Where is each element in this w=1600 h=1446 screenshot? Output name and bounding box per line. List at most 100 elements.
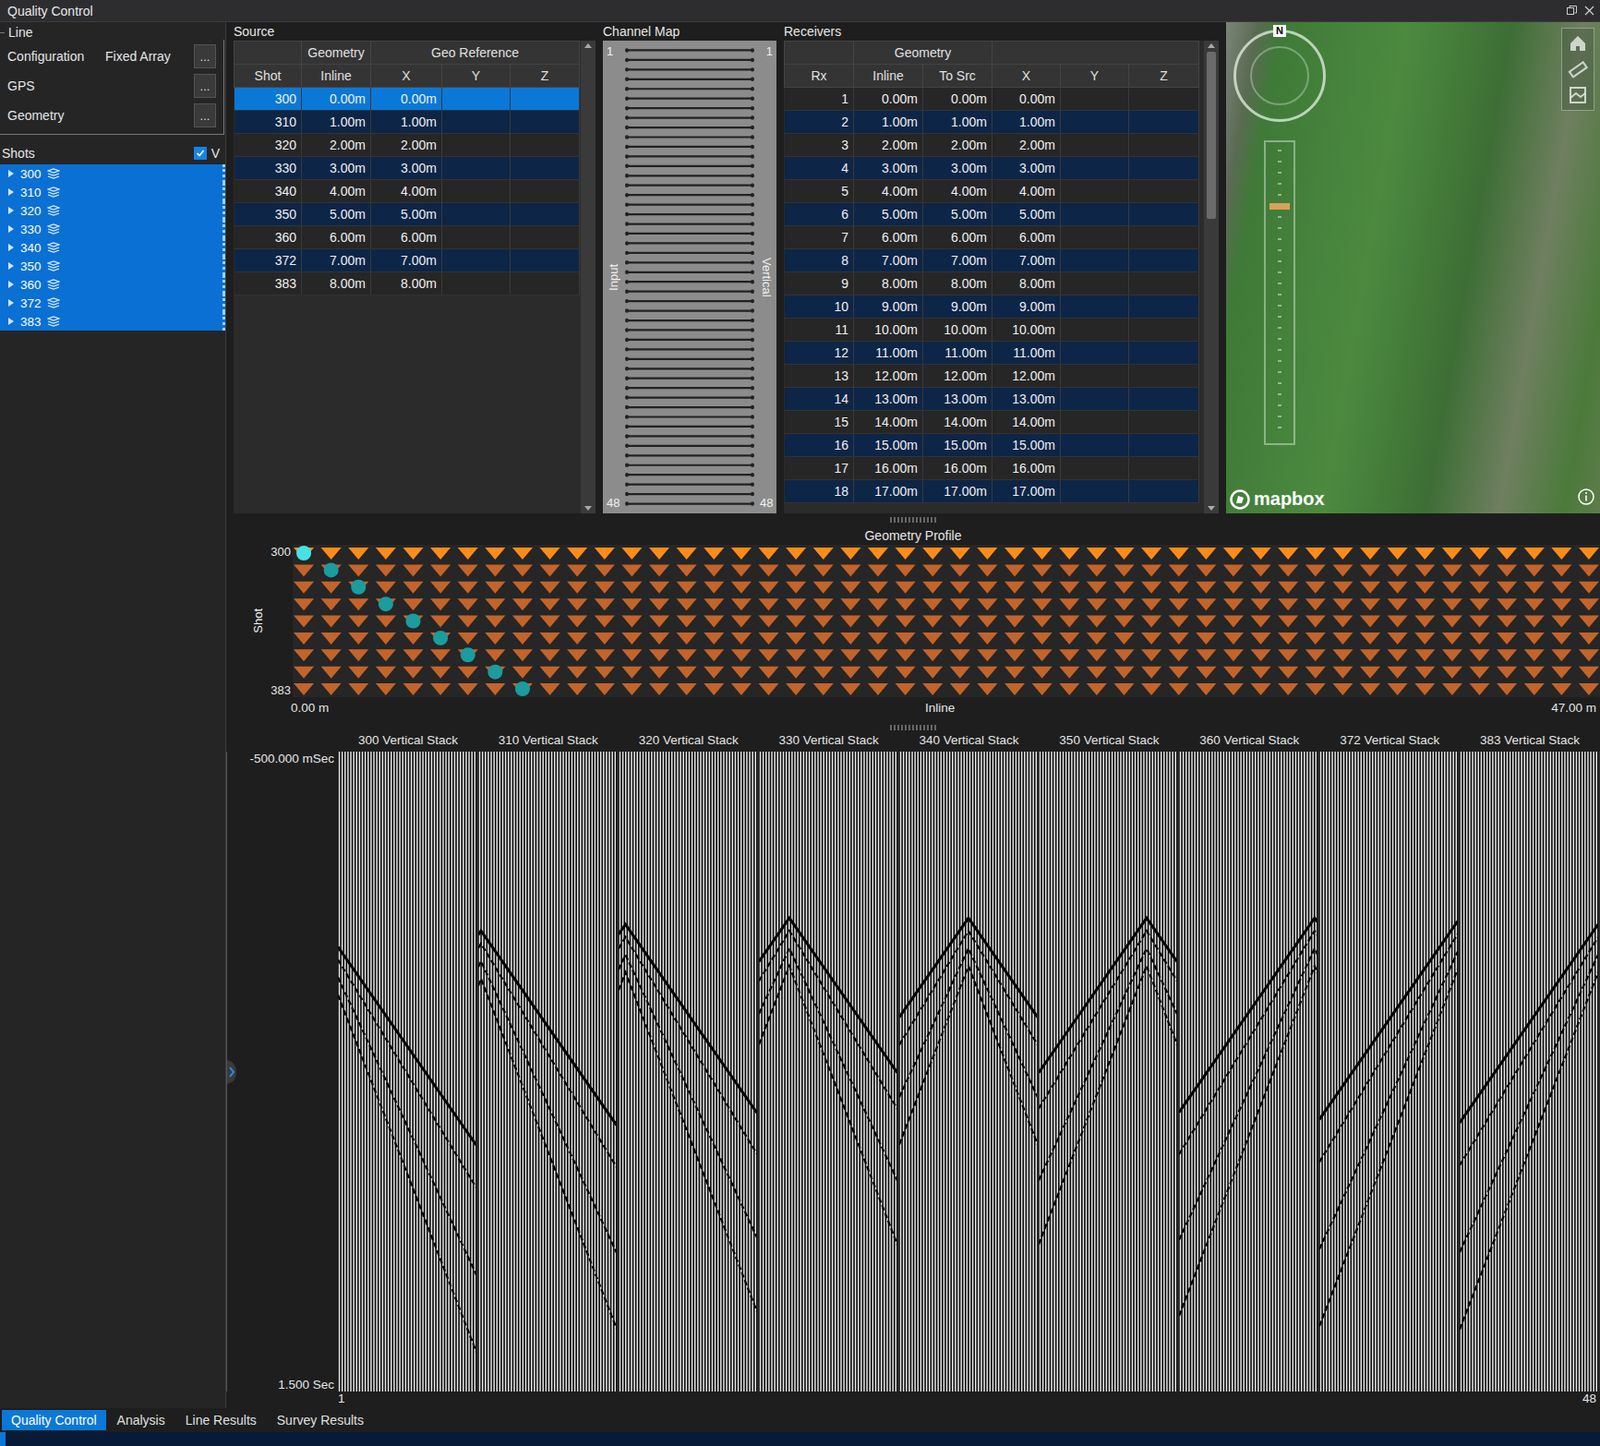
column-header[interactable]: Shot — [234, 64, 302, 88]
table-row[interactable]: 1514.00m14.00m14.00m — [784, 410, 1200, 434]
expand-icon[interactable] — [7, 316, 15, 326]
restore-icon[interactable] — [1566, 5, 1577, 16]
table-row[interactable]: 3505.00m5.00m — [234, 203, 580, 227]
column-header[interactable]: Rx — [784, 64, 855, 88]
table-row[interactable]: 1817.00m17.00m17.00m — [784, 480, 1200, 504]
table-row[interactable]: 109.00m9.00m9.00m — [784, 295, 1200, 319]
table-row[interactable]: 3202.00m2.00m — [234, 133, 580, 157]
scrollbar[interactable] — [580, 40, 596, 514]
chevron-right-icon[interactable] — [227, 1058, 239, 1086]
scrollbar[interactable] — [1203, 40, 1219, 514]
table-row[interactable]: 98.00m8.00m8.00m — [784, 272, 1200, 296]
column-header[interactable]: Inline — [301, 64, 372, 88]
compass[interactable]: N — [1233, 29, 1326, 122]
expand-icon[interactable] — [7, 168, 15, 179]
splitter[interactable] — [226, 721, 1600, 734]
browse-button[interactable]: ... — [193, 44, 217, 69]
table-row[interactable]: 1110.00m10.00m10.00m — [784, 318, 1200, 342]
scroll-thumb[interactable] — [1206, 51, 1216, 219]
tab[interactable]: Survey Results — [267, 1409, 373, 1431]
expand-icon[interactable] — [7, 279, 15, 289]
column-header[interactable]: Inline — [854, 64, 924, 88]
table-row[interactable]: 3000.00m0.00m — [234, 87, 580, 111]
ruler-icon[interactable] — [1567, 59, 1588, 80]
zoom-slider[interactable] — [1263, 140, 1296, 446]
table-row[interactable]: 10.00m0.00m0.00m — [784, 87, 1200, 111]
table-row[interactable]: 3101.00m1.00m — [234, 110, 580, 134]
table-row[interactable]: 1413.00m13.00m13.00m — [784, 387, 1200, 411]
column-header[interactable]: X — [371, 64, 443, 88]
collapse-handle[interactable] — [226, 751, 240, 1392]
tab[interactable]: Quality Control — [1, 1409, 107, 1431]
column-header[interactable]: Z — [510, 64, 580, 88]
shot-marker[interactable] — [350, 579, 366, 595]
table-row[interactable]: 1716.00m16.00m16.00m — [784, 457, 1200, 481]
shot-marker[interactable] — [460, 647, 476, 662]
shot-item[interactable]: 300 — [0, 164, 226, 183]
info-icon[interactable] — [1577, 488, 1595, 506]
expand-icon[interactable] — [7, 261, 15, 271]
column-header[interactable]: X — [992, 64, 1061, 88]
shot-item[interactable]: 320 — [0, 201, 226, 220]
column-header[interactable]: Y — [1060, 64, 1130, 88]
expand-icon[interactable] — [7, 205, 15, 216]
shot-marker[interactable] — [378, 596, 394, 612]
map-attribution[interactable]: mapbox — [1229, 488, 1325, 510]
splitter[interactable] — [226, 513, 1600, 527]
shot-item[interactable]: 310 — [0, 182, 226, 202]
scroll-up-icon[interactable] — [583, 40, 593, 52]
shot-marker[interactable] — [515, 681, 530, 697]
receiver-marker — [1277, 683, 1299, 696]
tab[interactable]: Analysis — [108, 1409, 175, 1431]
shot-item[interactable]: 360 — [0, 275, 226, 294]
shot-marker[interactable] — [405, 613, 421, 629]
table-row[interactable]: 21.00m1.00m1.00m — [784, 110, 1200, 134]
browse-button[interactable]: ... — [193, 73, 217, 98]
table-row[interactable]: 65.00m5.00m5.00m — [784, 203, 1200, 227]
map-view[interactable]: Nmapbox — [1226, 22, 1600, 514]
shot-marker[interactable] — [296, 545, 312, 561]
table-row[interactable]: 3606.00m6.00m — [234, 226, 580, 250]
table-row[interactable]: 3303.00m3.00m — [234, 156, 580, 181]
shot-item[interactable]: 330 — [0, 219, 226, 239]
column-header[interactable]: Y — [442, 64, 511, 88]
shot-marker[interactable] — [433, 630, 448, 646]
tab[interactable]: Line Results — [176, 1409, 266, 1431]
table-row[interactable]: 3727.00m7.00m — [234, 249, 580, 273]
shot-item[interactable]: 383 — [0, 312, 226, 331]
scroll-up-icon[interactable] — [1206, 40, 1216, 52]
table-row[interactable]: 3838.00m8.00m — [234, 272, 580, 296]
column-header[interactable]: To Src — [923, 64, 993, 88]
table-row[interactable]: 87.00m7.00m7.00m — [784, 249, 1200, 273]
table-row[interactable]: 1312.00m12.00m12.00m — [784, 364, 1200, 388]
shot-item[interactable]: 350 — [0, 256, 226, 276]
table-row[interactable]: 1615.00m15.00m15.00m — [784, 433, 1200, 458]
expand-icon[interactable] — [7, 187, 15, 197]
browse-button[interactable]: ... — [193, 103, 217, 128]
scroll-down-icon[interactable] — [583, 502, 593, 514]
trace-display[interactable] — [337, 751, 1600, 1392]
table-row[interactable]: 3404.00m4.00m — [234, 180, 580, 204]
scroll-down-icon[interactable] — [1206, 502, 1216, 514]
expand-icon[interactable] — [7, 298, 15, 308]
table-row[interactable]: 32.00m2.00m2.00m — [784, 133, 1200, 157]
checkbox[interactable] — [193, 146, 207, 160]
shot-marker[interactable] — [324, 562, 339, 578]
table-row[interactable]: 1211.00m11.00m11.00m — [784, 341, 1200, 365]
scroll-track[interactable] — [580, 51, 596, 503]
table-row[interactable]: 76.00m6.00m6.00m — [784, 226, 1200, 250]
home-icon[interactable] — [1567, 33, 1588, 54]
column-header[interactable]: Z — [1129, 64, 1200, 88]
vertical-toggle[interactable]: V — [193, 145, 220, 161]
shot-marker[interactable] — [487, 664, 503, 680]
close-icon[interactable] — [1584, 5, 1595, 16]
layers-icon[interactable] — [1567, 84, 1588, 106]
expand-icon[interactable] — [7, 224, 15, 234]
expand-icon[interactable] — [7, 242, 15, 253]
scroll-track[interactable] — [1203, 51, 1219, 503]
zoom-knob[interactable] — [1269, 203, 1290, 210]
table-row[interactable]: 43.00m3.00m3.00m — [784, 156, 1200, 181]
shot-item[interactable]: 372 — [0, 293, 226, 313]
table-row[interactable]: 54.00m4.00m4.00m — [784, 180, 1200, 204]
shot-item[interactable]: 340 — [0, 238, 226, 257]
